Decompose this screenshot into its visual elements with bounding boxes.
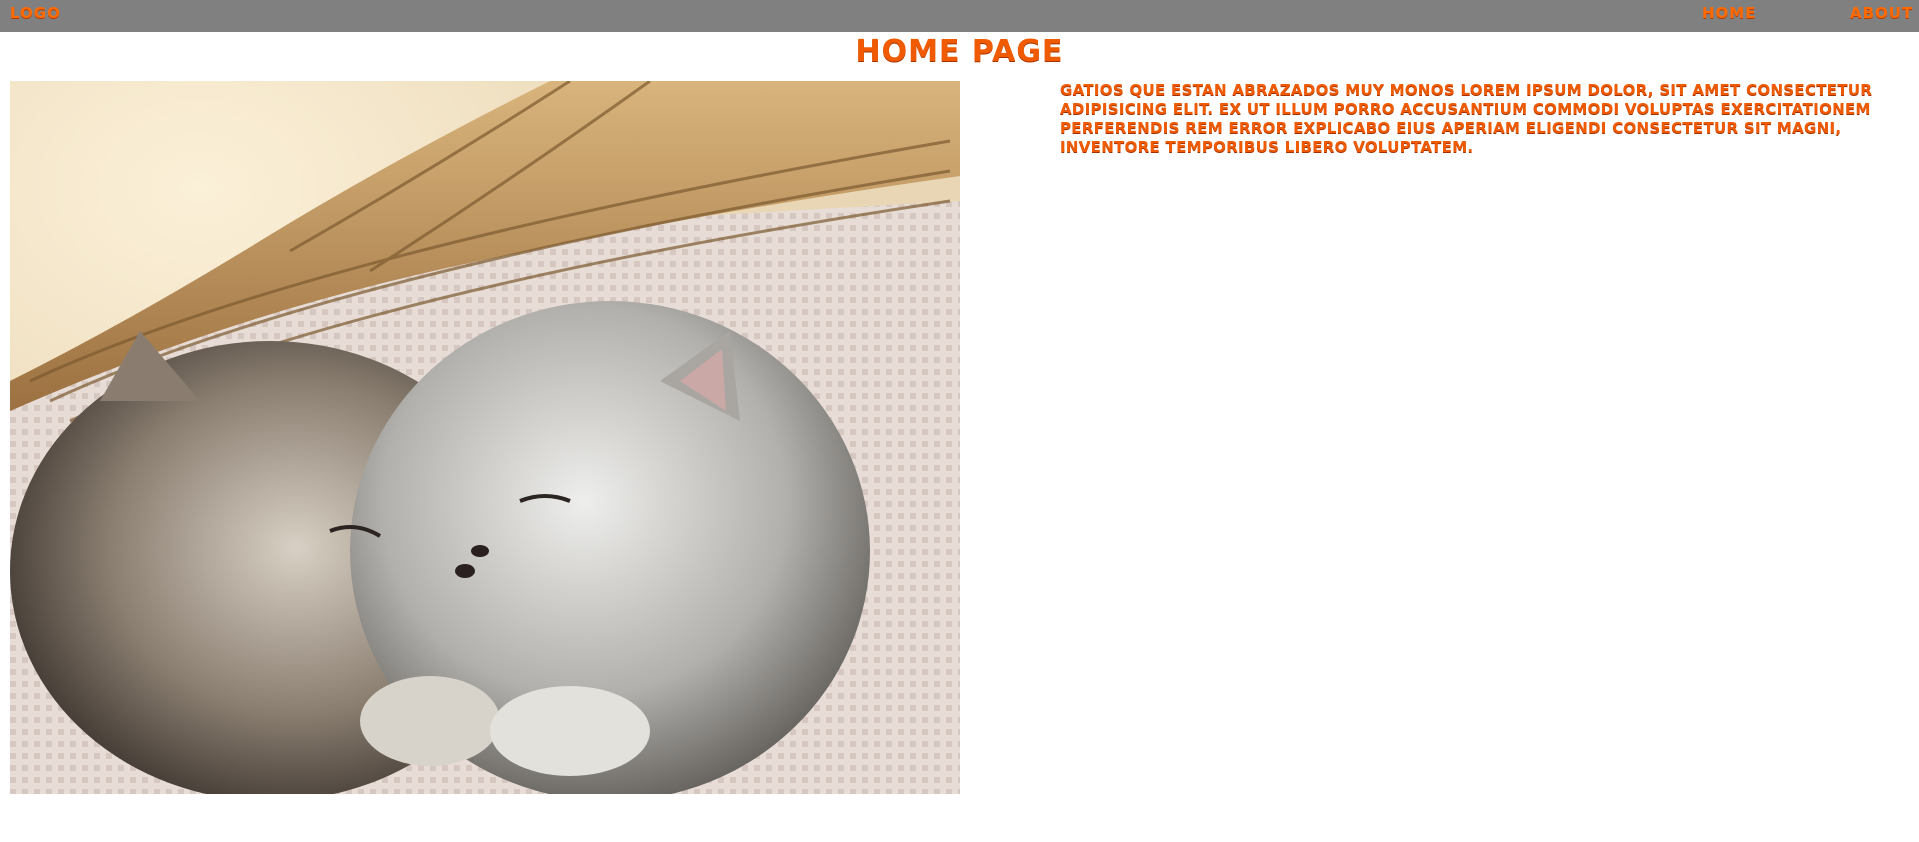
top-navbar: LOGO HOME ABOUT (0, 0, 1919, 32)
nav-link-about[interactable]: ABOUT (1850, 4, 1913, 22)
nav-link-home[interactable]: HOME (1702, 4, 1756, 22)
page-title: HOME PAGE (855, 34, 1064, 69)
kittens-photo (10, 81, 960, 794)
logo-link[interactable]: LOGO (10, 4, 61, 22)
description-text: GATIOS QUE ESTAN ABRAZADOS MUY MONOS LOR… (1060, 81, 1873, 156)
